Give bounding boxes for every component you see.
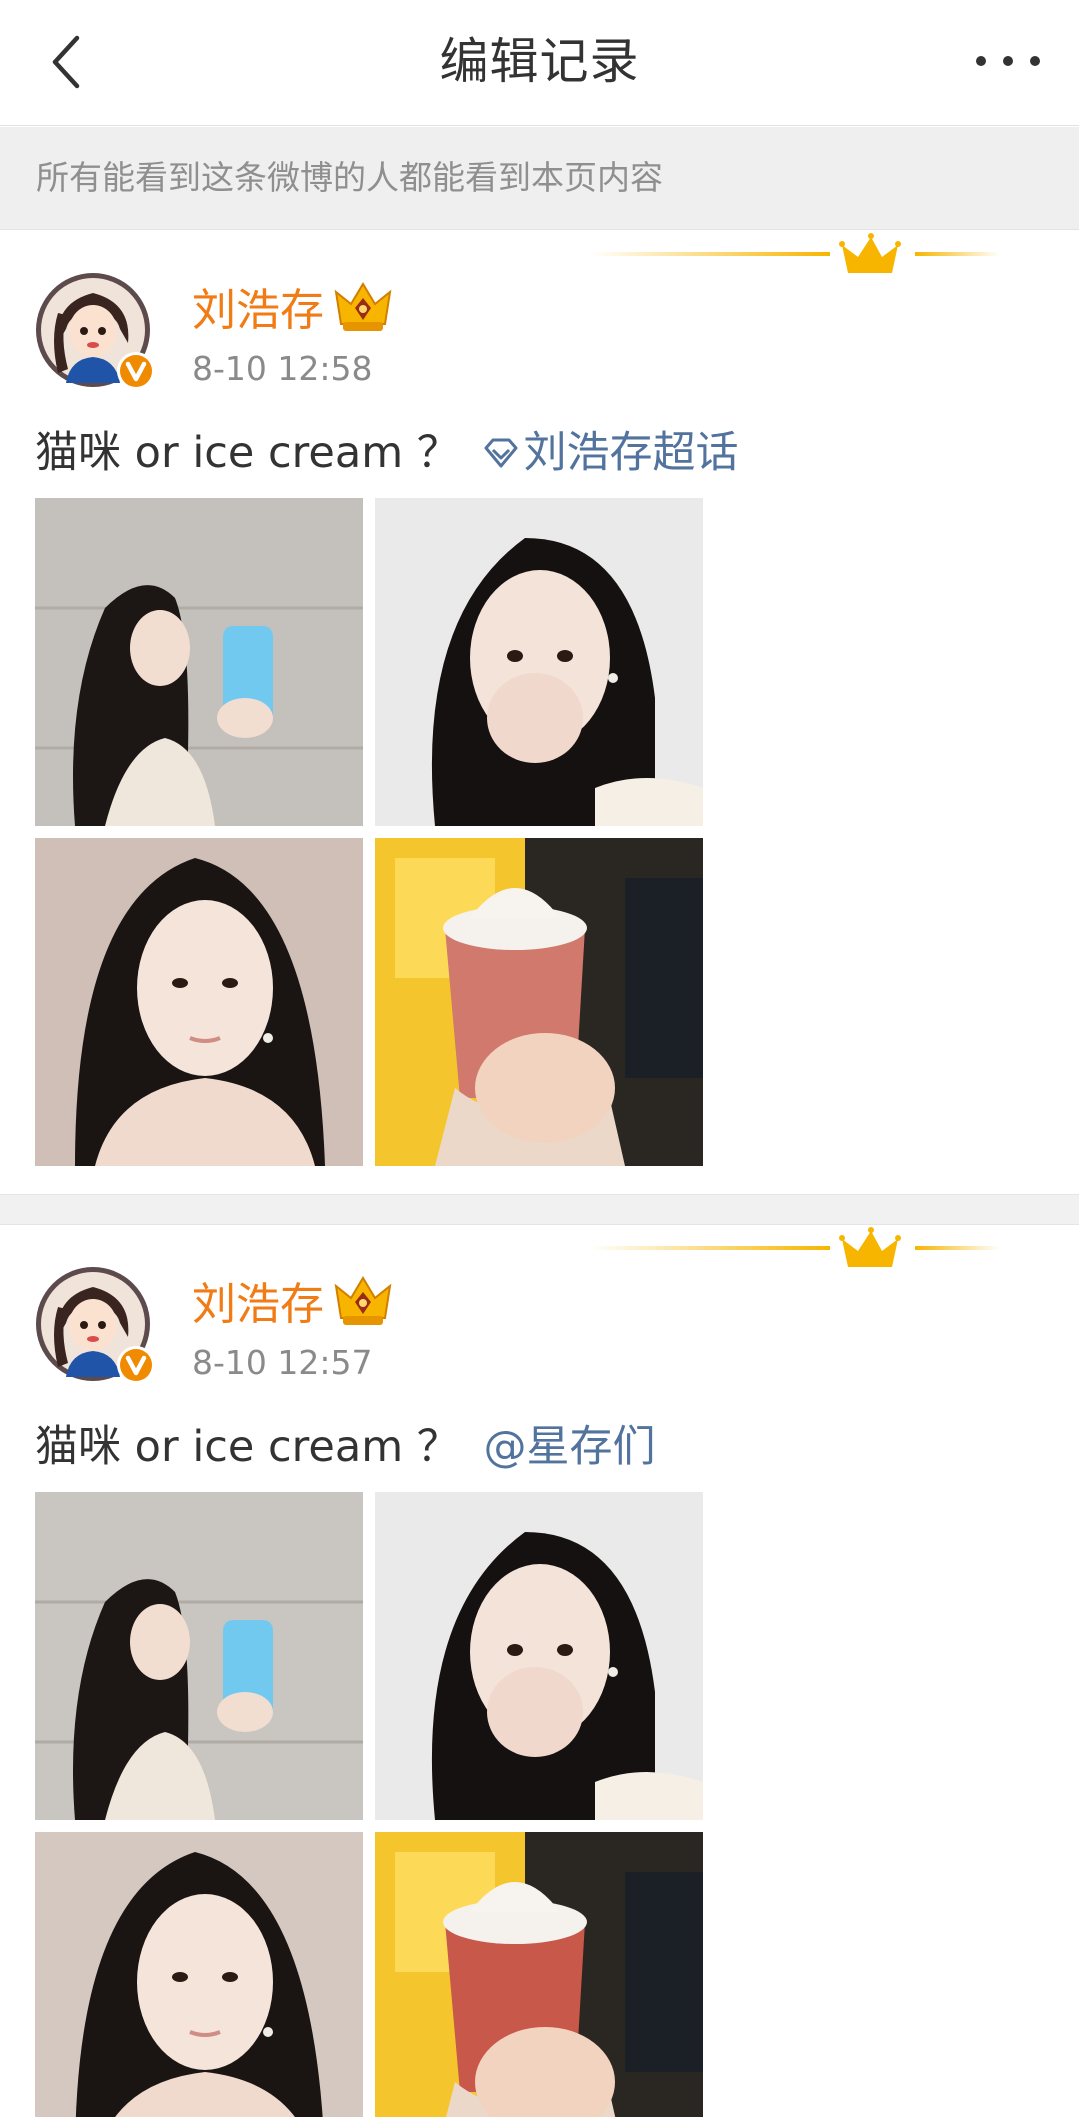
visibility-notice: 所有能看到这条微博的人都能看到本页内容 — [0, 127, 1079, 230]
portrait-photo — [35, 1832, 363, 2117]
post-content: 猫咪 or ice cream ？ — [35, 1422, 460, 1472]
avatar[interactable] — [36, 273, 155, 391]
hand-on-cheek-photo — [375, 498, 703, 826]
photo-thumbnail[interactable] — [375, 1492, 703, 1820]
ice-cream-cup-photo — [375, 1832, 703, 2117]
photo-thumbnail[interactable] — [375, 1832, 703, 2117]
section-divider — [0, 1194, 1079, 1225]
page-title: 编辑记录 — [439, 33, 640, 90]
username[interactable]: 刘浩存 — [192, 1275, 324, 1335]
mention-link[interactable]: @星存们 — [483, 1422, 655, 1472]
username[interactable]: 刘浩存 — [192, 281, 324, 341]
vip-crown-badge-icon — [334, 282, 392, 331]
hand-on-cheek-photo — [375, 1492, 703, 1820]
portrait-photo — [35, 838, 363, 1166]
post-text: 猫咪 or ice cream ？ 刘浩存超话 — [35, 423, 738, 483]
super-topic-link[interactable]: 刘浩存超话 — [483, 428, 738, 478]
verified-badge-icon — [117, 1346, 155, 1384]
photo-thumbnail[interactable] — [35, 498, 363, 826]
edit-record-item: 刘浩存 8-10 12:57 猫咪 or ice cream ？ @星存们 — [0, 1225, 1079, 2117]
more-button[interactable] — [963, 38, 1053, 84]
photo-thumbnail[interactable] — [375, 498, 703, 826]
selfie-phone-photo — [35, 498, 363, 826]
post-time: 8-10 12:58 — [192, 349, 373, 388]
super-topic-label: 刘浩存超话 — [523, 428, 739, 478]
verified-badge-icon — [117, 352, 155, 390]
more-dots-icon — [976, 56, 1040, 66]
post-content: 猫咪 or ice cream ？ — [35, 428, 460, 478]
photo-thumbnail[interactable] — [35, 1492, 363, 1820]
super-topic-diamond-icon — [484, 438, 518, 467]
avatar[interactable] — [36, 1267, 155, 1385]
ice-cream-cup-photo — [375, 838, 703, 1166]
edit-record-item: 刘浩存 8-10 12:58 猫咪 or ice cream ？ 刘浩存超话 — [0, 231, 1079, 1194]
notice-text: 所有能看到这条微博的人都能看到本页内容 — [36, 158, 663, 197]
crown-decoration-icon — [590, 233, 1000, 273]
post-time: 8-10 12:57 — [192, 1343, 373, 1382]
post-text: 猫咪 or ice cream ？ @星存们 — [35, 1417, 655, 1477]
photo-thumbnail[interactable] — [375, 838, 703, 1166]
vip-crown-badge-icon — [334, 1276, 392, 1325]
selfie-phone-photo — [35, 1492, 363, 1820]
top-bar: 编辑记录 — [0, 0, 1079, 126]
crown-decoration-icon — [590, 1227, 1000, 1267]
photo-thumbnail[interactable] — [35, 1832, 363, 2117]
photo-thumbnail[interactable] — [35, 838, 363, 1166]
